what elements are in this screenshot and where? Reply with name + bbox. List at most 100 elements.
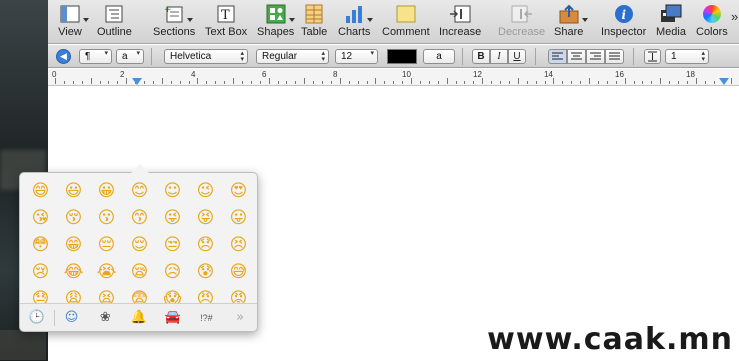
emoji-item[interactable]: 😭 — [90, 259, 123, 286]
emoji-item[interactable]: 😁 — [57, 232, 90, 259]
bold-button[interactable]: B — [472, 49, 490, 64]
recent-category-icon[interactable]: 🕒 — [20, 304, 54, 332]
ruler-number: 2 — [120, 70, 125, 79]
emoji-item[interactable]: 😉 — [189, 178, 222, 205]
emoji-item[interactable]: 😔 — [90, 232, 123, 259]
ruler: 0 2 4 6 8 10 12 14 16 18 — [48, 69, 739, 86]
comment-button[interactable]: Comment — [382, 3, 430, 41]
charts-icon — [342, 3, 374, 25]
right-indent-marker[interactable] — [719, 78, 729, 85]
table-button[interactable]: Table — [301, 3, 327, 41]
sections-icon: + — [162, 3, 194, 25]
styles-drawer-button[interactable]: ◀ — [56, 49, 71, 64]
emoji-item[interactable]: 😃 — [57, 178, 90, 205]
emoji-item[interactable]: 😊 — [123, 178, 156, 205]
ruler-number: 18 — [686, 70, 695, 79]
decrease-button[interactable]: Decrease — [498, 3, 545, 41]
comment-icon — [394, 3, 418, 25]
textbox-icon: T — [214, 3, 238, 25]
font-size-field[interactable]: 12 ▾ — [335, 49, 378, 64]
emoji-item[interactable]: 😛 — [222, 205, 255, 232]
emoji-picker-popover: 😄 😃 😀 😊 ☺ 😉 😍 😘 😚 😗 😙 😜 😝 😛 😳 😁 😔 😌 😒 😞 😣 😢 😂 😭 😪 😥 😰 😅 😓 😩 😫 😨 😱 😠 😡 🕒 ☺ … — [19, 164, 258, 332]
emoji-item[interactable]: 😞 — [189, 232, 222, 259]
emoji-item[interactable]: 😰 — [189, 259, 222, 286]
text-box-button[interactable]: T Text Box — [205, 3, 247, 41]
watermark-text: www.caak.mn — [487, 322, 733, 357]
character-style-popup[interactable]: a ▾ — [116, 49, 144, 64]
emoji-item[interactable]: 😢 — [24, 259, 57, 286]
align-right-button[interactable] — [586, 49, 605, 64]
svg-text:i: i — [621, 8, 626, 22]
charts-button[interactable]: Charts — [338, 3, 374, 41]
inspector-icon: i — [612, 3, 636, 25]
justify-button[interactable] — [605, 49, 624, 64]
emoji-item[interactable]: 😂 — [57, 259, 90, 286]
more-categories-icon[interactable]: » — [223, 304, 257, 332]
emoji-item[interactable]: 😍 — [222, 178, 255, 205]
people-category-icon[interactable]: ☺ — [55, 304, 89, 332]
emoji-item[interactable]: 😣 — [222, 232, 255, 259]
ruler-number: 16 — [615, 70, 624, 79]
share-button[interactable]: Share — [554, 3, 588, 41]
text-color-well[interactable] — [387, 49, 417, 64]
outline-icon — [102, 3, 126, 25]
emoji-grid: 😄 😃 😀 😊 ☺ 😉 😍 😘 😚 😗 😙 😜 😝 😛 😳 😁 😔 😌 😒 😞 😣 😢 😂 😭 😪 😥 😰 😅 😓 😩 😫 😨 😱 😠 😡 — [24, 178, 256, 313]
emoji-item[interactable]: 😌 — [123, 232, 156, 259]
share-icon — [557, 3, 588, 25]
format-bar: ◀ ¶ ▾ a ▾ Helvetica ▴ ▾ Regular ▴ ▾ 12 ▾ a B I … — [48, 45, 739, 68]
emoji-item[interactable]: 😥 — [156, 259, 189, 286]
emoji-category-bar: 🕒 ☺ ❀ 🔔 🚘 !?# » — [20, 303, 257, 331]
emoji-item[interactable]: 😒 — [156, 232, 189, 259]
emoji-item[interactable]: 😀 — [90, 178, 123, 205]
font-family-popup[interactable]: Helvetica ▴ ▾ — [164, 49, 248, 64]
nature-category-icon[interactable]: ❀ — [88, 304, 122, 332]
ruler-number: 6 — [262, 70, 267, 79]
media-button[interactable]: Media — [656, 3, 686, 41]
paragraph-style-popup[interactable]: ¶ ▾ — [79, 49, 112, 64]
places-category-icon[interactable]: 🚘 — [156, 304, 190, 332]
line-spacing-icon — [644, 49, 661, 64]
ruler-number: 8 — [333, 70, 338, 79]
line-spacing-popup[interactable]: 1 ▴ ▾ — [665, 49, 709, 64]
media-icon — [659, 3, 683, 25]
ruler-number: 10 — [402, 70, 411, 79]
underline-button[interactable]: U — [508, 49, 526, 64]
emoji-item[interactable]: ☺ — [156, 178, 189, 205]
view-icon — [58, 3, 89, 25]
toolbar-overflow-icon[interactable]: » — [731, 9, 738, 24]
symbols-category-icon[interactable]: !?# — [190, 304, 224, 332]
emoji-item[interactable]: 😜 — [156, 205, 189, 232]
emoji-item[interactable]: 😅 — [222, 259, 255, 286]
increase-button[interactable]: Increase — [439, 3, 481, 41]
increase-icon — [448, 3, 472, 25]
align-left-button[interactable] — [548, 49, 567, 64]
italic-button[interactable]: I — [490, 49, 508, 64]
emoji-item[interactable]: 😄 — [24, 178, 57, 205]
highlight-color-well[interactable]: a — [423, 49, 455, 64]
emoji-item[interactable]: 😘 — [24, 205, 57, 232]
ruler-number: 12 — [473, 70, 482, 79]
left-indent-marker[interactable] — [132, 78, 142, 85]
popover-arrow — [131, 164, 149, 173]
emoji-item[interactable]: 😗 — [90, 205, 123, 232]
desktop-wallpaper-detail — [0, 330, 46, 360]
emoji-item[interactable]: 😙 — [123, 205, 156, 232]
font-typeface-popup[interactable]: Regular ▴ ▾ — [256, 49, 329, 64]
emoji-item[interactable]: 😪 — [123, 259, 156, 286]
objects-category-icon[interactable]: 🔔 — [122, 304, 156, 332]
view-button[interactable]: View — [58, 3, 89, 41]
colors-button[interactable]: Colors — [696, 3, 728, 41]
decrease-icon — [510, 3, 534, 25]
colors-icon — [700, 3, 724, 25]
outline-button[interactable]: Outline — [97, 3, 132, 41]
shapes-icon — [264, 3, 295, 25]
emoji-item[interactable]: 😳 — [24, 232, 57, 259]
sections-button[interactable]: + Sections — [153, 3, 195, 41]
ruler-number: 4 — [191, 70, 196, 79]
align-center-button[interactable] — [567, 49, 586, 64]
shapes-button[interactable]: Shapes — [257, 3, 295, 41]
table-icon — [302, 3, 326, 25]
emoji-item[interactable]: 😚 — [57, 205, 90, 232]
emoji-item[interactable]: 😝 — [189, 205, 222, 232]
inspector-button[interactable]: i Inspector — [601, 3, 646, 41]
